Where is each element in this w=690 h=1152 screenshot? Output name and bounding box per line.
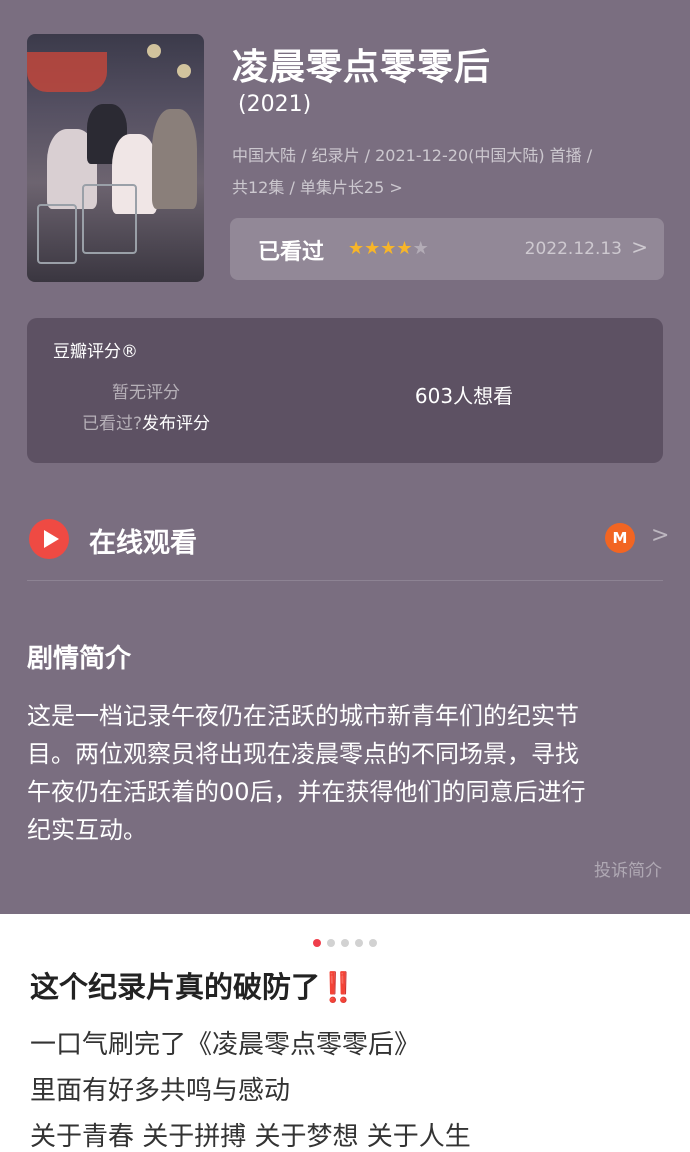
watched-date: 2022.12.13 (524, 239, 622, 259)
poster-light (177, 64, 191, 78)
post-line: 关于青春 关于拼搏 关于梦想 关于人生 (30, 1122, 471, 1152)
post-title: 这个纪录片真的破防了‼️ (30, 970, 357, 1004)
rating-title: 豆瓣评分® (53, 342, 138, 362)
synopsis-text: 这是一档记录午夜仍在活跃的城市新青年们的纪实节 目。两位观察员将出现在凌晨零点的… (27, 697, 667, 849)
chevron-right-icon: > (631, 235, 648, 259)
poster-image[interactable] (27, 34, 204, 282)
watched-label: 已看过 (258, 240, 325, 265)
mgtv-icon: M (605, 523, 635, 553)
watch-online-label: 在线观看 (89, 528, 197, 559)
chevron-right-icon: > (651, 523, 670, 548)
divider (27, 580, 663, 581)
poster-awning (27, 52, 107, 92)
movie-year: (2021) (238, 92, 312, 117)
poster-light (147, 44, 161, 58)
star-filled-icon: ★ (396, 238, 413, 259)
synopsis-line: 午夜仍在活跃着的00后，并在获得他们的同意后进行 (27, 778, 586, 806)
carousel-dot[interactable] (327, 939, 335, 947)
poster-chair (37, 204, 77, 264)
star-filled-icon: ★ (380, 238, 397, 259)
star-filled-icon: ★ (348, 238, 365, 259)
publish-rating-link[interactable]: 发布评分 (142, 414, 210, 434)
rating-none: 暂无评分 (112, 383, 180, 403)
double-exclamation-icon: ‼️ (320, 970, 357, 1004)
watched-question: 已看过? (81, 414, 143, 434)
rating-score-section: 豆瓣评分® 暂无评分 已看过?发布评分 (27, 318, 265, 463)
meta-line-1: 中国大陆 / 纪录片 / 2021-12-20(中国大陆) 首播 / (232, 146, 593, 165)
star-filled-icon: ★ (364, 238, 381, 259)
star-empty-icon: ★ (412, 238, 429, 259)
synopsis-line: 这是一档记录午夜仍在活跃的城市新青年们的纪实节 (27, 702, 579, 730)
post-line: 一口气刷完了《凌晨零点零零后》 (30, 1030, 421, 1060)
carousel-dot[interactable] (369, 939, 377, 947)
post-line: 里面有好多共鸣与感动 (30, 1076, 291, 1106)
movie-meta[interactable]: 中国大陆 / 纪录片 / 2021-12-20(中国大陆) 首播 / 共12集 … (232, 140, 672, 204)
carousel-indicator (0, 932, 690, 947)
movie-header: 凌晨零点零零后 (2021) 中国大陆 / 纪录片 / 2021-12-20(中… (0, 0, 690, 914)
poster-person (152, 109, 197, 209)
movie-title: 凌晨零点零零后 (232, 47, 492, 88)
carousel-dot[interactable] (341, 939, 349, 947)
synopsis-line: 目。两位观察员将出现在凌晨零点的不同场景，寻找 (27, 740, 579, 768)
synopsis-title: 剧情简介 (27, 644, 132, 674)
rating-prompt: 已看过?发布评分 (27, 409, 265, 434)
watched-status-button[interactable]: 已看过 ★★★★★ 2022.12.13 > (230, 218, 664, 280)
carousel-dot[interactable] (355, 939, 363, 947)
report-synopsis-link[interactable]: 投诉简介 (594, 856, 662, 881)
star-rating: ★★★★★ (348, 238, 429, 259)
want-to-watch-count: 603人想看 (414, 384, 514, 408)
synopsis-line: 纪实互动。 (27, 816, 147, 844)
douban-rating-card: 豆瓣评分® 暂无评分 已看过?发布评分 603人想看 (27, 318, 663, 463)
carousel-dot[interactable] (313, 939, 321, 947)
chevron-right-icon: > (389, 178, 403, 197)
meta-line-2: 共12集 / 单集片长25 > (232, 178, 403, 197)
watch-online-row[interactable]: 在线观看 M > (27, 514, 669, 564)
play-icon (29, 519, 69, 559)
poster-chair (82, 184, 137, 254)
